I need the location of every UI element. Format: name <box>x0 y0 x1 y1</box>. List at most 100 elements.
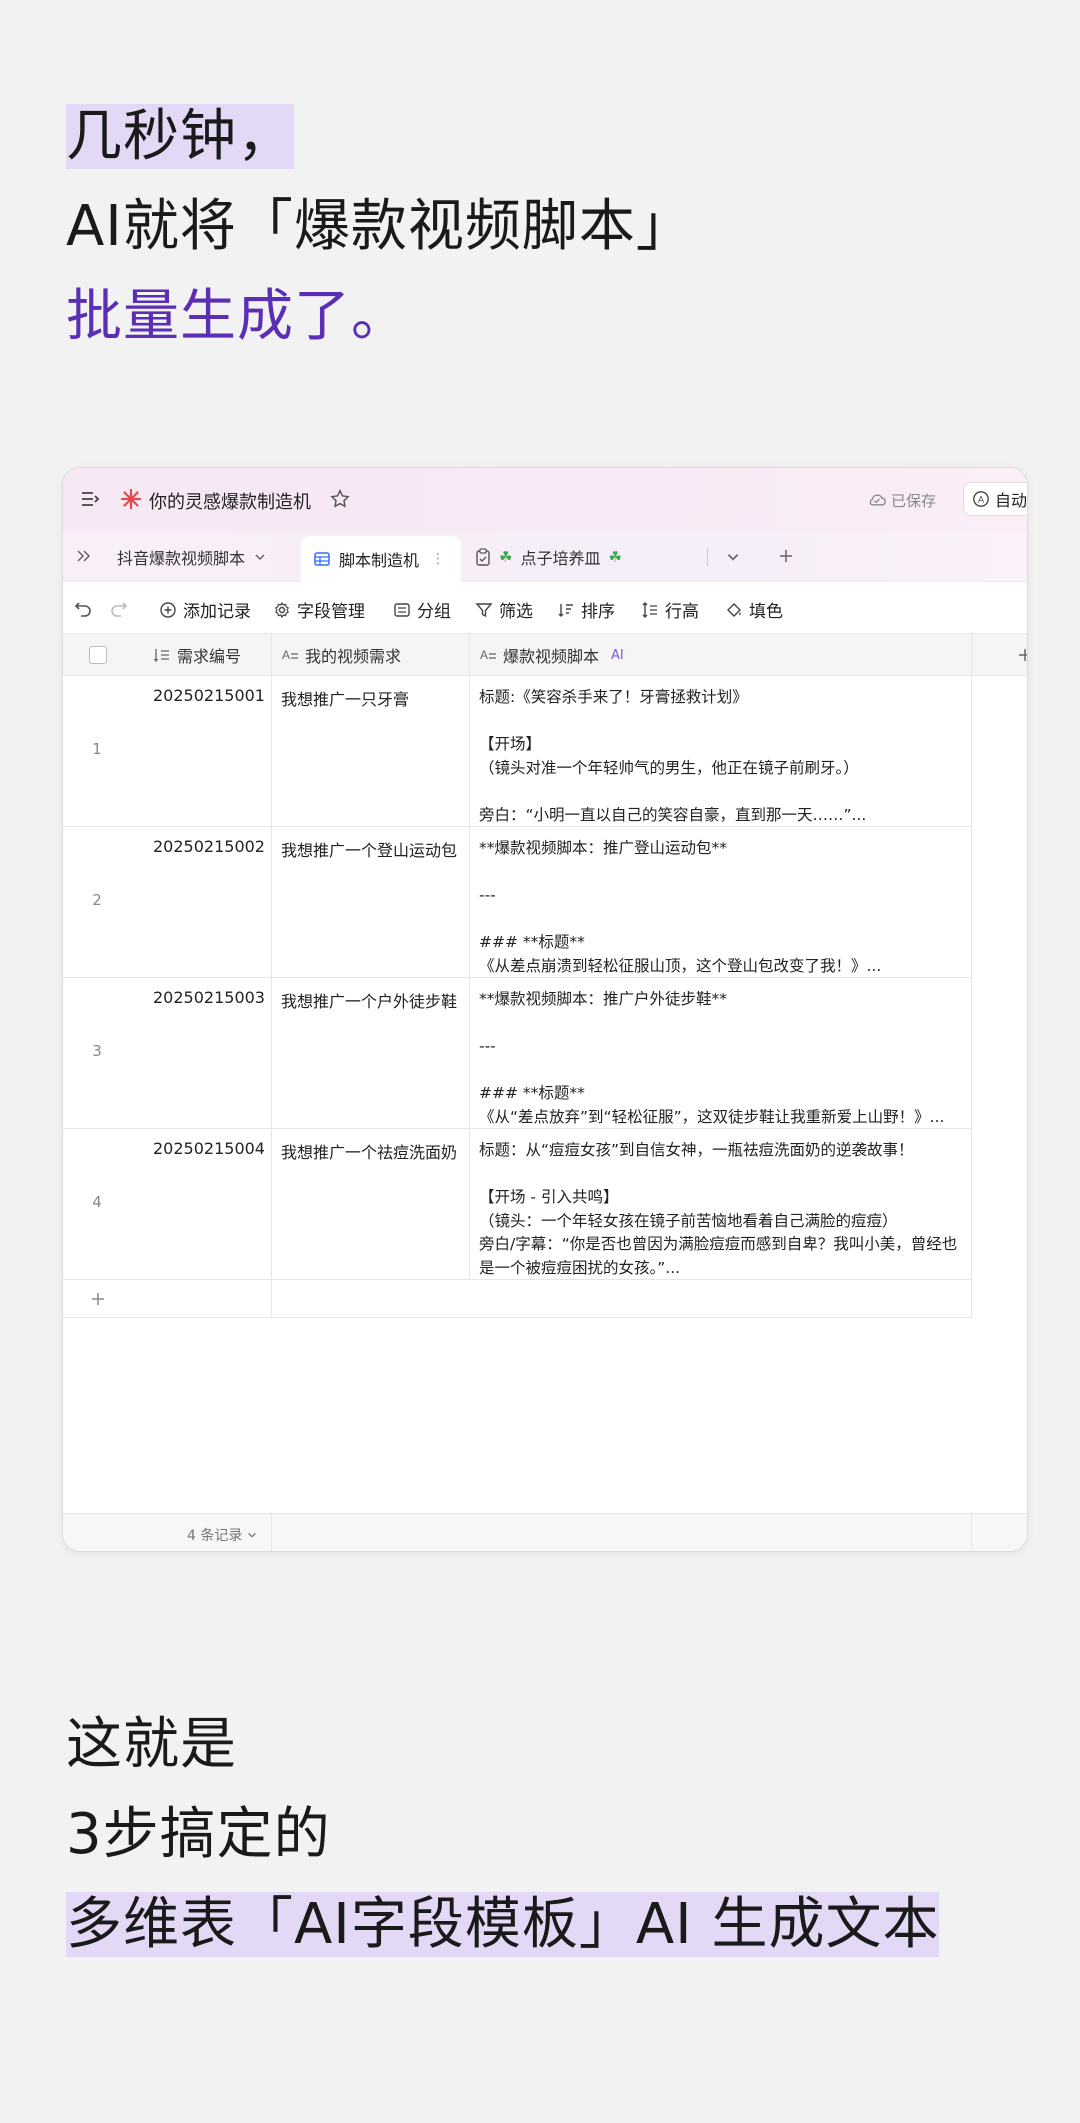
cell-need[interactable]: 我想推广一个登山运动包 <box>281 837 457 861</box>
app-emoji-icon <box>119 487 143 511</box>
filter-label: 筛选 <box>499 602 533 622</box>
cell-id[interactable]: 20250215004 <box>153 1139 265 1158</box>
app-window: 你的灵感爆款制造机 已保存 A 自动 抖音爆款视频脚本 脚本制造机 ⋮ ☘ 点子… <box>62 467 1028 1552</box>
footer-line-3: 多维表「AI字段模板」AI 生成文本 <box>66 1892 940 1957</box>
plus-circle-icon <box>159 601 177 619</box>
text-field-icon: A <box>479 646 497 664</box>
svg-text:A: A <box>282 648 290 662</box>
redo-icon[interactable] <box>109 598 129 618</box>
headline-line-2: AI就将「爆款视频脚本」 <box>66 194 693 259</box>
star-icon[interactable] <box>329 488 351 510</box>
add-row-icon[interactable] <box>89 1290 107 1308</box>
sidebar-toggle-icon[interactable] <box>79 488 101 510</box>
cell-id[interactable]: 20250215002 <box>153 837 265 856</box>
shamrock-icon: ☘ <box>608 548 622 566</box>
cell-script[interactable]: **爆款视频脚本：推广登山运动包** --- ### **标题** 《从差点崩溃… <box>479 837 959 978</box>
paint-bucket-icon <box>725 601 743 619</box>
script-line: --- <box>479 886 496 904</box>
tab-script-machine[interactable]: 脚本制造机 ⋮ <box>301 536 461 582</box>
script-line: --- <box>479 1037 496 1055</box>
table-row[interactable]: 2 20250215002 我想推广一个登山运动包 **爆款视频脚本：推广登山运… <box>63 827 971 978</box>
script-line: **爆款视频脚本：推广登山运动包** <box>479 839 728 857</box>
cell-id[interactable]: 20250215003 <box>153 988 265 1007</box>
cell-need[interactable]: 我想推广一只牙膏 <box>281 686 409 710</box>
footer-line-2: 3步搞定的 <box>66 1802 331 1867</box>
status-bar: 4 条记录 <box>63 1513 1027 1551</box>
tab-ideas[interactable]: ☘ 点子培养皿 ☘ <box>475 532 622 582</box>
script-line: 旁白：“小明一直以自己的笑容自豪，直到那一天……”... <box>479 805 867 824</box>
column-label: 爆款视频脚本 <box>503 647 600 666</box>
script-line: 《从差点崩溃到轻松征服山顶，这个登山包改变了我！》... <box>479 956 882 975</box>
cell-id[interactable]: 20250215001 <box>153 686 265 705</box>
column-divider <box>271 1514 272 1551</box>
grid-header: 需求编号 A 我的视频需求 A 爆款视频脚本 AI <box>63 634 971 676</box>
script-line: 是一个被痘痘困扰的女孩。”... <box>479 1258 681 1277</box>
clipboard-check-icon <box>475 548 491 566</box>
undo-icon[interactable] <box>73 598 93 618</box>
record-count[interactable]: 4 条记录 <box>187 1525 258 1545</box>
add-column-icon[interactable] <box>1016 646 1027 664</box>
table-row[interactable]: 3 20250215003 我想推广一个户外徒步鞋 **爆款视频脚本：推广户外徒… <box>63 978 971 1129</box>
script-line <box>479 710 959 734</box>
chevron-down-icon <box>246 1529 258 1541</box>
column-header-need[interactable]: A 我的视频需求 <box>281 634 401 676</box>
column-label: 我的视频需求 <box>305 647 402 666</box>
add-tab-icon[interactable] <box>777 547 795 565</box>
column-header-id[interactable]: 需求编号 <box>153 634 241 676</box>
column-divider <box>971 1514 972 1551</box>
cell-script[interactable]: **爆款视频脚本：推广户外徒步鞋** --- ### **标题** 《从“差点放… <box>479 988 959 1129</box>
tab-label: 脚本制造机 <box>339 551 420 570</box>
expand-icon[interactable] <box>75 547 93 565</box>
table-row[interactable]: 4 20250215004 我想推广一个祛痘洗面奶 标题：从“痘痘女孩”到自信女… <box>63 1129 971 1280</box>
script-line: ### **标题** <box>479 933 585 951</box>
table-row[interactable]: 1 20250215001 我想推广一只牙膏 标题:《笑容杀手来了！牙膏拯救计划… <box>63 676 971 827</box>
cell-need[interactable]: 我想推广一个祛痘洗面奶 <box>281 1139 457 1163</box>
title-bar: 你的灵感爆款制造机 已保存 A 自动 <box>63 468 1027 532</box>
tab-douyin-scripts[interactable]: 抖音爆款视频脚本 <box>117 532 267 582</box>
filter-icon <box>475 601 493 619</box>
gear-icon <box>273 601 291 619</box>
row-height-button[interactable]: 行高 <box>641 597 699 622</box>
chevron-down-icon[interactable] <box>725 549 741 565</box>
group-icon <box>393 601 411 619</box>
row-height-label: 行高 <box>665 602 699 622</box>
script-line: ### **标题** <box>479 1084 585 1102</box>
more-icon[interactable]: ⋮ <box>431 551 445 567</box>
script-line: 【开场 - 引入共鸣】 <box>479 1188 619 1206</box>
ai-badge: AI <box>611 647 624 663</box>
text-field-icon: A <box>281 646 299 664</box>
script-line <box>479 1012 959 1036</box>
headline-line-1: 几秒钟， <box>66 104 294 169</box>
footer-text: 这就是 3步搞定的 多维表「AI字段模板」AI 生成文本 <box>66 1700 940 1970</box>
add-row-bar[interactable] <box>63 1280 971 1318</box>
script-line: 【开场】 <box>479 735 542 753</box>
script-line <box>479 780 959 804</box>
column-header-script[interactable]: A 爆款视频脚本 AI <box>479 634 624 676</box>
group-label: 分组 <box>417 602 451 622</box>
script-line <box>479 1163 959 1187</box>
column-divider <box>971 634 972 1318</box>
fill-color-label: 填色 <box>749 602 783 622</box>
group-button[interactable]: 分组 <box>393 597 451 622</box>
shamrock-icon: ☘ <box>499 548 513 566</box>
footer-line-1: 这就是 <box>66 1712 237 1777</box>
sort-button[interactable]: 排序 <box>557 597 615 622</box>
row-number: 1 <box>92 740 102 758</box>
field-manage-button[interactable]: 字段管理 <box>273 597 365 622</box>
field-manage-label: 字段管理 <box>297 602 365 622</box>
auto-button[interactable]: A 自动 <box>963 482 1027 516</box>
fill-color-button[interactable]: 填色 <box>725 597 783 622</box>
toolbar: 添加记录 字段管理 分组 筛选 排序 行高 填色 <box>63 582 1027 634</box>
select-all-checkbox[interactable] <box>89 646 107 664</box>
svg-text:A: A <box>978 495 984 505</box>
add-record-button[interactable]: 添加记录 <box>159 597 251 622</box>
svg-text:A: A <box>480 648 488 662</box>
cell-script[interactable]: 标题：从“痘痘女孩”到自信女神，一瓶祛痘洗面奶的逆袭故事！ 【开场 - 引入共鸣… <box>479 1139 959 1280</box>
cell-script[interactable]: 标题:《笑容杀手来了！牙膏拯救计划》 【开场】 （镜头对准一个年轻帅气的男生，他… <box>479 686 959 827</box>
script-line: 旁白/字幕：“你是否也曾因为满脸痘痘而感到自卑？我叫小美，曾经也 <box>479 1235 958 1253</box>
script-line <box>479 908 959 932</box>
script-line: （镜头：一个年轻女孩在镜子前苦恼地看着自己满脸的痘痘） <box>479 1211 898 1230</box>
filter-button[interactable]: 筛选 <box>475 597 533 622</box>
cell-need[interactable]: 我想推广一个户外徒步鞋 <box>281 988 457 1012</box>
add-column-area <box>971 634 1027 676</box>
